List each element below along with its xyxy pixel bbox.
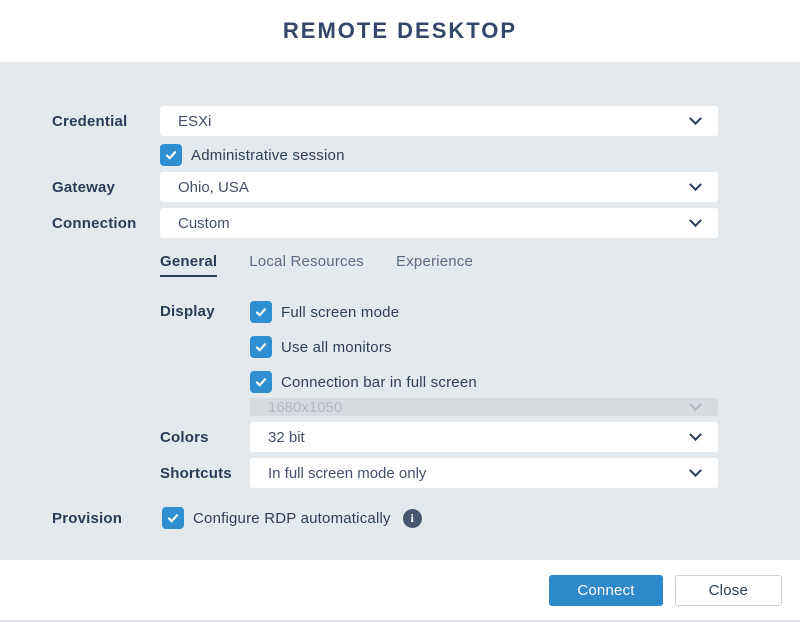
display-row: Display Full screen mode Use all monitor… [160,301,718,416]
colors-row: Colors 32 bit [160,422,718,452]
colors-label: Colors [160,429,250,446]
checkmark-icon [254,340,268,354]
connection-bar-label: Connection bar in full screen [281,374,477,391]
gateway-row: Gateway Ohio, USA [52,172,718,202]
tab-local-resources[interactable]: Local Resources [249,253,364,277]
all-monitors-label: Use all monitors [281,339,392,356]
connection-tabs: General Local Resources Experience [160,253,800,277]
credential-value: ESXi [178,113,211,130]
dialog-header: REMOTE DESKTOP [0,0,800,62]
admin-session-checkbox[interactable] [160,144,182,166]
gateway-label: Gateway [52,179,160,196]
configure-rdp-checkbox[interactable] [162,507,184,529]
checkmark-icon [254,375,268,389]
checkmark-icon [254,305,268,319]
checkmark-icon [164,148,178,162]
connection-label: Connection [52,215,160,232]
close-button[interactable]: Close [675,575,782,606]
connection-row: Connection Custom [52,208,718,238]
resolution-select: 1680x1050 [250,398,718,416]
shortcuts-label: Shortcuts [160,465,250,482]
connect-button[interactable]: Connect [549,575,662,606]
connection-value: Custom [178,215,230,232]
resolution-value: 1680x1050 [268,399,342,416]
shortcuts-value: In full screen mode only [268,465,426,482]
provision-label: Provision [52,510,162,527]
info-icon[interactable]: i [403,509,422,528]
chevron-down-icon [686,214,704,232]
fullscreen-checkbox[interactable] [250,301,272,323]
connection-bar-option: Connection bar in full screen [250,371,718,393]
connection-select[interactable]: Custom [160,208,718,238]
shortcuts-select[interactable]: In full screen mode only [250,458,718,488]
chevron-down-icon [686,398,704,416]
tab-general[interactable]: General [160,253,217,277]
colors-select[interactable]: 32 bit [250,422,718,452]
fullscreen-label: Full screen mode [281,304,399,321]
all-monitors-option: Use all monitors [250,336,718,358]
dialog-footer: Connect Close [0,560,800,620]
remote-desktop-dialog: REMOTE DESKTOP Credential ESXi Administr… [0,0,800,622]
checkmark-icon [166,511,180,525]
display-label: Display [160,303,250,320]
admin-session-label: Administrative session [191,147,345,164]
chevron-down-icon [686,112,704,130]
chevron-down-icon [686,464,704,482]
connection-bar-checkbox[interactable] [250,371,272,393]
fullscreen-option: Full screen mode [250,301,718,323]
chevron-down-icon [686,178,704,196]
page-title: REMOTE DESKTOP [283,18,517,44]
shortcuts-row: Shortcuts In full screen mode only [160,458,718,488]
tab-experience[interactable]: Experience [396,253,473,277]
all-monitors-checkbox[interactable] [250,336,272,358]
colors-value: 32 bit [268,429,305,446]
dialog-body: Credential ESXi Administrative session G… [0,62,800,560]
provision-row: Provision Configure RDP automatically i [52,507,718,529]
gateway-value: Ohio, USA [178,179,249,196]
credential-row: Credential ESXi [52,106,718,136]
credential-label: Credential [52,113,160,130]
admin-session-row: Administrative session [52,144,718,166]
configure-rdp-label: Configure RDP automatically [193,510,391,527]
chevron-down-icon [686,428,704,446]
gateway-select[interactable]: Ohio, USA [160,172,718,202]
credential-select[interactable]: ESXi [160,106,718,136]
